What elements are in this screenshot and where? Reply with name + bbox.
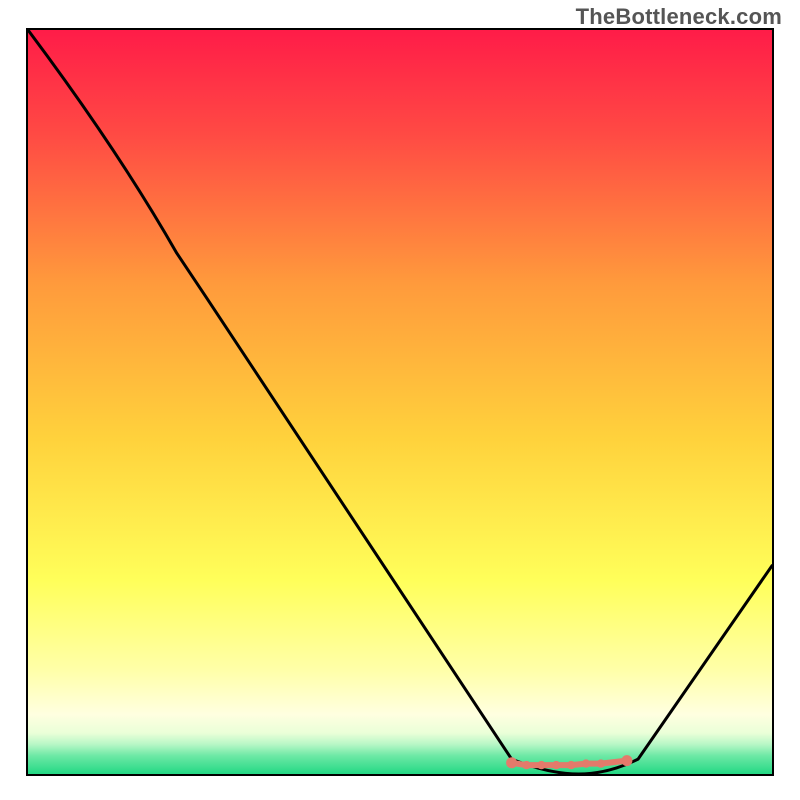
watermark-text: TheBottleneck.com bbox=[576, 4, 782, 30]
valley-marker bbox=[522, 761, 530, 769]
valley-marker bbox=[567, 761, 575, 769]
valley-marker bbox=[537, 761, 545, 769]
valley-marker bbox=[552, 761, 560, 769]
gradient-background bbox=[28, 30, 772, 774]
valley-marker bbox=[582, 759, 590, 767]
plot-svg bbox=[28, 30, 772, 774]
valley-marker bbox=[621, 755, 632, 766]
plot-frame bbox=[26, 28, 774, 776]
valley-marker bbox=[506, 757, 517, 768]
chart-container: TheBottleneck.com bbox=[0, 0, 800, 800]
valley-marker bbox=[597, 759, 605, 767]
